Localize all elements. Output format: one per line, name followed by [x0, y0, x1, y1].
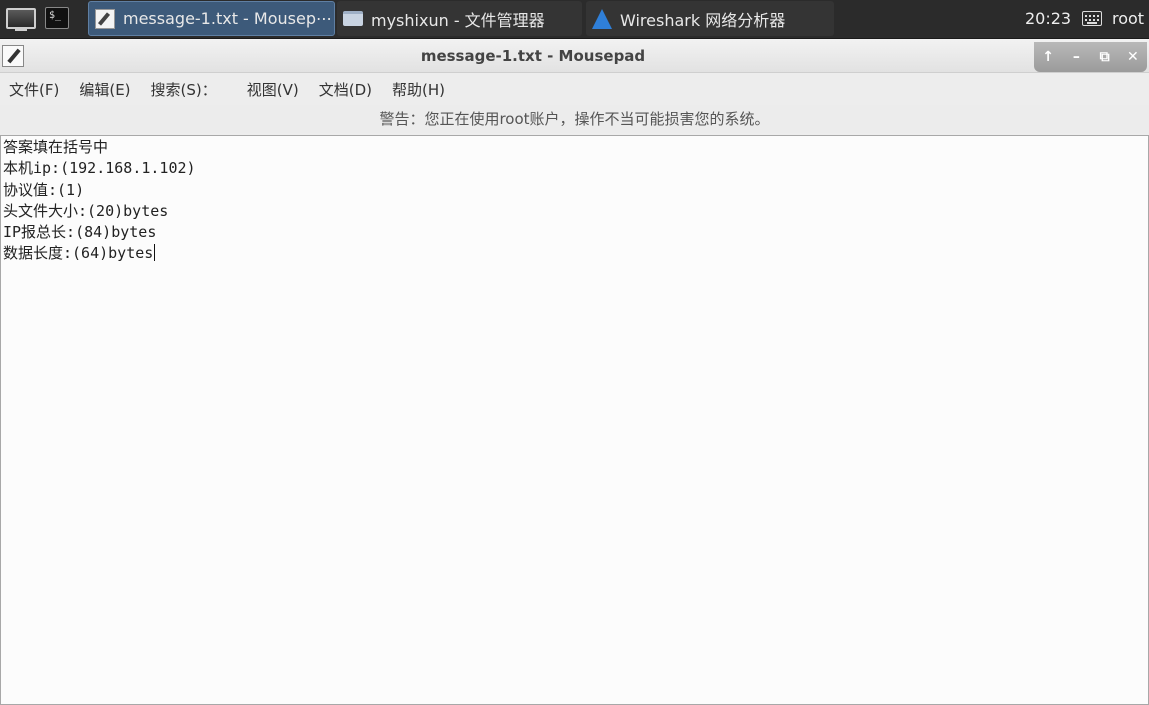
window-titlebar[interactable]: message-1.txt - Mousepad — [0, 39, 1149, 73]
monitor-icon — [6, 8, 36, 29]
editor-line[interactable]: 本机ip:(192.168.1.102) — [1, 158, 1148, 179]
window-controls: ↑ – ⧉ ✕ — [1034, 42, 1147, 72]
taskbar: $_ message-1.txt - Mousep⋯ myshixun - 文件… — [0, 0, 1149, 39]
text-caret — [154, 244, 156, 262]
root-warning-bar: 警告：您正在使用root账户，操作不当可能损害您的系统。 — [0, 105, 1149, 133]
task-button-wireshark[interactable]: Wireshark 网络分析器 — [586, 1, 834, 36]
menu-edit[interactable]: 编辑(E) — [69, 79, 140, 100]
task-button-mousepad[interactable]: message-1.txt - Mousep⋯ — [88, 1, 335, 36]
text-editor[interactable]: 答案填在括号中 本机ip:(192.168.1.102) 协议值:(1) 头文件… — [0, 135, 1149, 705]
task-label: myshixun - 文件管理器 — [371, 10, 545, 30]
menu-document[interactable]: 文档(D) — [309, 79, 382, 100]
applications-menu-button[interactable] — [4, 5, 36, 33]
menu-file[interactable]: 文件(F) — [0, 79, 69, 100]
wireshark-icon — [592, 8, 612, 29]
editor-line[interactable]: 数据长度:(64)bytes — [1, 243, 1148, 264]
editor-line[interactable]: IP报总长:(84)bytes — [1, 222, 1148, 243]
editor-line[interactable]: 答案填在括号中 — [1, 137, 1148, 158]
minimize-button[interactable]: – — [1065, 49, 1087, 65]
window-title: message-1.txt - Mousepad — [420, 47, 646, 65]
user-name[interactable]: root — [1112, 9, 1144, 28]
menubar: 文件(F) 编辑(E) 搜索(S)： 视图(V) 文档(D) 帮助(H) — [0, 73, 1149, 105]
editor-line[interactable]: 头文件大小:(20)bytes — [1, 201, 1148, 222]
menu-view[interactable]: 视图(V) — [237, 79, 309, 100]
task-label: message-1.txt - Mousep⋯ — [123, 9, 332, 28]
maximize-button[interactable]: ⧉ — [1094, 49, 1116, 65]
editor-line[interactable]: 协议值:(1) — [1, 180, 1148, 201]
task-label: Wireshark 网络分析器 — [620, 10, 786, 30]
menu-help[interactable]: 帮助(H) — [382, 79, 455, 100]
clock[interactable]: 20:23 — [1025, 9, 1071, 28]
keyboard-layout-icon[interactable] — [1082, 11, 1102, 26]
close-button[interactable]: ✕ — [1122, 49, 1144, 65]
mousepad-icon — [95, 8, 115, 29]
shade-button[interactable]: ↑ — [1037, 49, 1059, 65]
terminal-launcher-icon[interactable]: $_ — [45, 7, 69, 29]
menu-search[interactable]: 搜索(S)： — [141, 79, 227, 100]
task-button-file-manager[interactable]: myshixun - 文件管理器 — [337, 1, 582, 36]
folder-icon — [343, 11, 363, 26]
